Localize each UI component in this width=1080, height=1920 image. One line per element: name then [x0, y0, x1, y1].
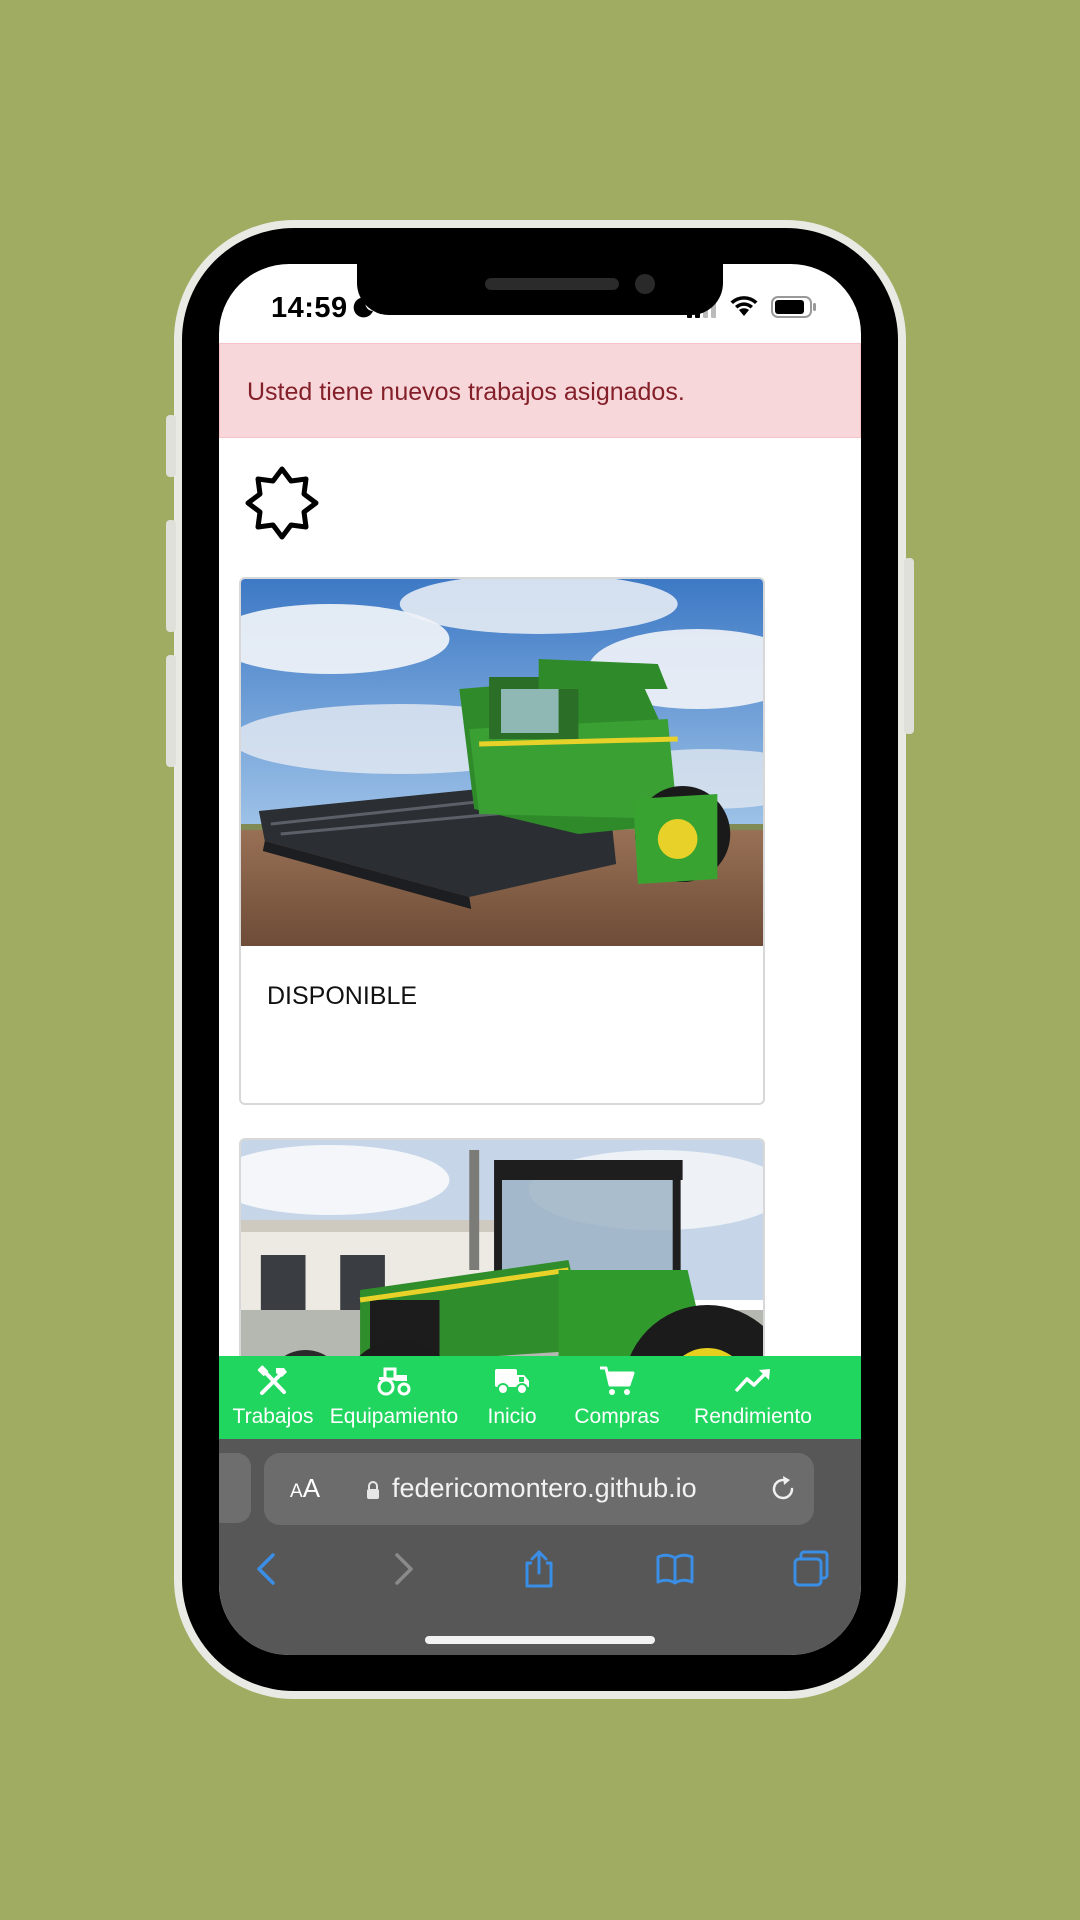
back-icon[interactable]	[247, 1549, 287, 1589]
nav-item-rendimiento[interactable]: Rendimiento	[671, 1356, 835, 1439]
nav-item-trabajos[interactable]: Trabajos	[219, 1356, 327, 1439]
bookmarks-icon[interactable]	[655, 1549, 695, 1589]
browser-toolbar: AA federicomontero.github.io	[219, 1439, 861, 1655]
tractor-icon	[377, 1367, 411, 1396]
nav-item-equipamiento[interactable]: Equipamiento	[327, 1356, 461, 1439]
tabs-icon[interactable]	[791, 1549, 831, 1589]
combine-harvester-image	[241, 579, 763, 946]
volume-down-button	[166, 655, 176, 767]
cart-icon	[600, 1366, 635, 1395]
reload-icon[interactable]	[768, 1474, 798, 1504]
bottom-navigation: Trabajos Equipamiento Inicio Compras Ren…	[219, 1356, 861, 1439]
mute-switch	[166, 415, 176, 477]
status-time: 14:59	[271, 292, 348, 324]
front-camera	[635, 274, 655, 294]
share-icon[interactable]	[519, 1549, 559, 1589]
speaker	[485, 278, 619, 290]
nav-label: Rendimiento	[694, 1405, 812, 1428]
text-size-button[interactable]: AA	[290, 1473, 320, 1504]
previous-tab-preview[interactable]	[219, 1453, 251, 1523]
equipment-status: DISPONIBLE	[267, 982, 418, 1010]
nav-label: Compras	[574, 1405, 660, 1428]
address-bar[interactable]: AA federicomontero.github.io	[264, 1453, 814, 1525]
nav-item-compras[interactable]: Compras	[563, 1356, 671, 1439]
url-text: federicomontero.github.io	[392, 1473, 697, 1503]
volume-up-button	[166, 520, 176, 632]
nav-label: Inicio	[487, 1405, 537, 1428]
forward-icon[interactable]	[383, 1549, 423, 1589]
tools-icon	[257, 1365, 287, 1395]
nav-label: Equipamiento	[329, 1405, 459, 1428]
notch	[357, 264, 723, 315]
equipment-card[interactable]: DISPONIBLE	[239, 577, 765, 1105]
nav-item-inicio[interactable]: Inicio	[461, 1356, 563, 1439]
nav-label: Trabajos	[232, 1405, 314, 1428]
truck-icon	[495, 1369, 529, 1395]
battery-icon	[771, 296, 816, 318]
trending-up-icon	[734, 1369, 770, 1393]
lock-icon	[367, 1481, 379, 1499]
power-button	[904, 558, 914, 734]
wifi-icon	[730, 296, 758, 316]
phone-screen: 14:59 Usted tiene nuevos trabajos asigna…	[219, 264, 861, 1655]
new-jobs-alert: Usted tiene nuevos trabajos asignados.	[219, 343, 861, 438]
theme-toggle-icon[interactable]	[245, 466, 319, 540]
home-indicator	[425, 1636, 655, 1644]
